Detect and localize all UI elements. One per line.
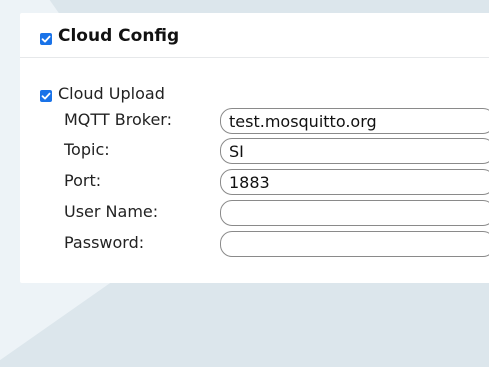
mqtt-broker-input[interactable] [220,108,489,134]
cloud-config-panel: Cloud Config Cloud Upload MQTT Broker: T… [20,13,489,283]
mqtt-broker-label: MQTT Broker: [64,110,172,129]
port-input[interactable] [220,169,489,195]
cloud-config-title: Cloud Config [58,26,180,46]
cloud-upload-checkbox[interactable] [40,90,52,102]
user-name-label: User Name: [64,202,159,221]
cloud-config-checkbox[interactable] [40,33,52,45]
cloud-upload-label: Cloud Upload [58,84,165,103]
password-label: Password: [64,233,145,252]
checkmark-icon [41,92,51,100]
checkmark-icon [41,35,51,43]
password-input[interactable] [220,231,489,257]
port-label: Port: [64,171,102,190]
user-name-input[interactable] [220,200,489,226]
topic-input[interactable] [220,138,489,164]
topic-label: Topic: [64,140,110,159]
cloud-config-header: Cloud Config [20,13,489,58]
